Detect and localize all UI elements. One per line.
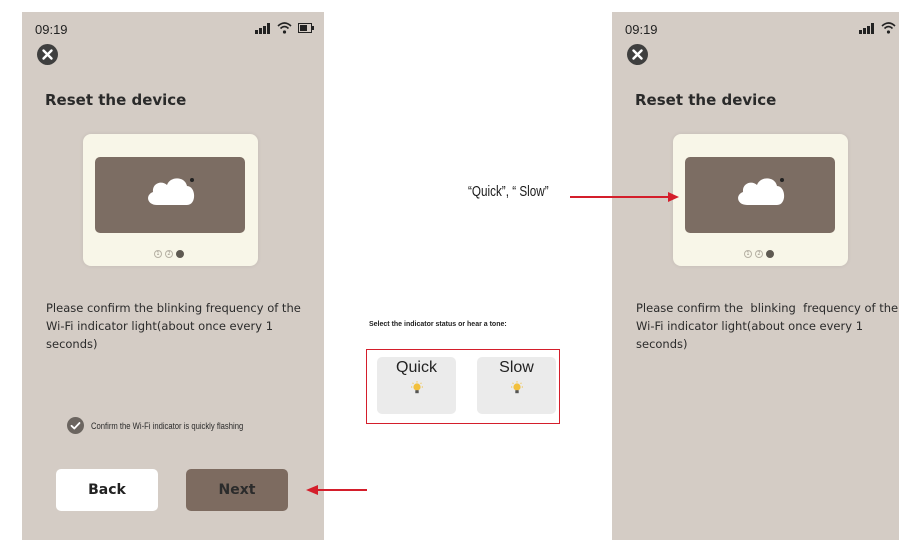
status-time: 09:19 (625, 22, 658, 37)
checkmark-icon[interactable] (67, 417, 84, 434)
selector-caption: Select the indicator status or hear a to… (369, 321, 507, 328)
page-dot-2: 2 (165, 250, 173, 258)
annotation-arrow-right-line (570, 196, 670, 198)
wifi-icon (881, 22, 896, 34)
left-phone-screen: 09:19 Reset the device 1 2 Please confir… (22, 12, 324, 540)
status-icons (255, 20, 314, 36)
cloud-icon (738, 178, 785, 205)
signal-icon (859, 22, 874, 34)
annotation-arrow-right-head (668, 192, 679, 202)
battery-icon (298, 23, 314, 33)
status-bar: 09:19 (22, 12, 324, 42)
confirm-label: Confirm the Wi-Fi indicator is quickly f… (91, 420, 244, 431)
status-time: 09:19 (35, 22, 68, 37)
lightbulb-icon (510, 381, 523, 394)
lightbulb-icon (410, 381, 423, 394)
device-display (95, 157, 245, 233)
quick-option-label: Quick (396, 359, 437, 376)
page-dot-3-active (176, 250, 184, 258)
quick-option-button[interactable]: Quick (377, 357, 456, 414)
page-indicator: 1 2 (744, 250, 774, 258)
screen-title: Reset the device (635, 91, 777, 109)
screen-title: Reset the device (45, 91, 187, 109)
annotation-arrow-left-head (306, 485, 318, 495)
confirm-checkbox-row[interactable]: Confirm the Wi-Fi indicator is quickly f… (67, 417, 270, 434)
close-button[interactable] (37, 44, 58, 65)
device-illustration: 1 2 (83, 134, 258, 266)
status-bar: 09:19 (612, 12, 899, 42)
slow-option-button[interactable]: Slow (477, 357, 556, 414)
indicator-selector-highlight: Quick Slow (366, 349, 560, 424)
device-illustration: 1 2 (673, 134, 848, 266)
page-dot-1: 1 (744, 250, 752, 258)
close-icon (632, 49, 643, 60)
instruction-text: Please confirm the blinking frequency of… (46, 301, 301, 351)
annotation-arrow-left-line (318, 489, 367, 491)
status-icons (859, 20, 899, 36)
signal-icon (255, 22, 270, 34)
close-button[interactable] (627, 44, 648, 65)
device-display (685, 157, 835, 233)
page-indicator: 1 2 (154, 250, 184, 258)
page-dot-1: 1 (154, 250, 162, 258)
slow-option-label: Slow (499, 359, 534, 376)
page-dot-2: 2 (755, 250, 763, 258)
page-dot-3-active (766, 250, 774, 258)
quick-slow-annotation: “Quick”, “ Slow” (468, 183, 549, 200)
cloud-icon (148, 178, 195, 205)
back-button[interactable]: Back (56, 469, 158, 511)
right-phone-screen: 09:19 Reset the device 1 2 Please confir… (612, 12, 899, 540)
next-button[interactable]: Next (186, 469, 288, 511)
close-icon (42, 49, 53, 60)
wifi-icon (277, 22, 292, 34)
instruction-text: Please confirm the blinking frequency of… (636, 301, 899, 351)
